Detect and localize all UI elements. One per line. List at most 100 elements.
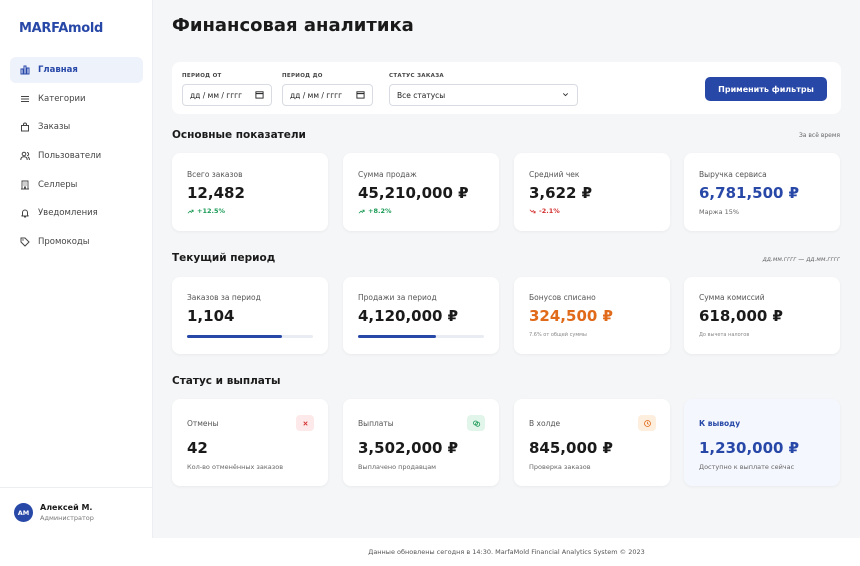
trend-indicator: +8.2% xyxy=(358,207,391,215)
card-label: К выводу xyxy=(699,419,741,428)
card-value: 45,210,000 ₽ xyxy=(358,184,469,202)
card-subtext: Выплачено продавцам xyxy=(358,463,437,471)
card-label: В холде xyxy=(529,419,561,428)
money-icon xyxy=(467,415,485,431)
footer-text: Данные обновлены сегодня в 14:30. MarfaM… xyxy=(368,548,645,556)
kpi-card-average-check: Средний чек 3,622 ₽ -2.1% xyxy=(514,153,670,231)
filter-label: ПЕРИОД ОТ xyxy=(182,73,222,79)
sidebar-item-orders[interactable]: Заказы xyxy=(10,114,143,140)
status-card-hold: В холде 845,000 ₽ Проверка заказов xyxy=(514,399,670,486)
filter-status: СТАТУС ЗАКАЗА Все статусы xyxy=(389,73,578,106)
status-card-cancellations: Отмены 42 Кол-во отменённых заказов xyxy=(172,399,328,486)
sidebar-item-label: Главная xyxy=(38,65,78,75)
sidebar-item-label: Селлеры xyxy=(38,179,78,190)
card-subtext: До вычета налогов xyxy=(699,332,750,338)
card-subtext: 7.6% от общей суммы xyxy=(529,332,587,338)
page-footer: Данные обновлены сегодня в 14:30. MarfaM… xyxy=(153,538,860,566)
card-subtext: Проверка заказов xyxy=(529,463,591,471)
status-select[interactable]: Все статусы xyxy=(389,84,578,106)
trend-down-icon xyxy=(529,208,536,213)
user-profile[interactable]: АМ Алексей М. Администратор xyxy=(14,503,94,522)
sidebar: MARFAmold Главная Категории Заказы Польз… xyxy=(0,0,153,538)
menu-lines-icon xyxy=(20,94,30,104)
progress-bar-fill xyxy=(358,335,437,338)
kpi-card-service-revenue: Выручка сервиса 6,781,500 ₽ Маржа 15% xyxy=(684,153,840,231)
card-subtext: Кол-во отменённых заказов xyxy=(187,463,284,471)
card-value: 4,120,000 ₽ xyxy=(358,307,459,325)
section-note-current-period: дд.мм.гггг — дд.мм.гггг xyxy=(762,256,840,263)
user-role: Администратор xyxy=(40,514,94,522)
trend-up-icon xyxy=(358,209,365,214)
kpi-card-sales-sum: Сумма продаж 45,210,000 ₽ +8.2% xyxy=(343,153,499,231)
sidebar-item-home[interactable]: Главная xyxy=(10,57,143,83)
section-title-current-period: Текущий период xyxy=(172,252,276,264)
card-label: Выручка сервиса xyxy=(699,170,767,179)
card-value: 42 xyxy=(187,439,208,457)
sidebar-nav: Главная Категории Заказы Пользователи Се… xyxy=(10,57,143,258)
section-title-status-payouts: Статус и выплаты xyxy=(172,375,281,387)
chevron-down-icon xyxy=(561,90,570,101)
shopping-bag-icon xyxy=(20,122,30,132)
app-logo[interactable]: MARFAmold xyxy=(19,21,103,36)
bell-icon xyxy=(20,208,30,218)
sidebar-item-sellers[interactable]: Селлеры xyxy=(10,172,143,198)
filter-label: СТАТУС ЗАКАЗА xyxy=(389,73,444,79)
sidebar-item-categories[interactable]: Категории xyxy=(10,86,143,112)
card-label: Сумма комиссий xyxy=(699,293,765,302)
main-content: Финансовая аналитика ПЕРИОД ОТ дд / мм /… xyxy=(153,0,860,538)
sidebar-item-label: Категории xyxy=(38,93,86,104)
filter-date-from: ПЕРИОД ОТ дд / мм / гггг xyxy=(182,73,272,106)
section-title-main-kpi: Основные показатели xyxy=(172,129,306,141)
sidebar-item-notifications[interactable]: Уведомления xyxy=(10,200,143,226)
status-card-withdrawable: К выводу 1,230,000 ₽ Доступно к выплате … xyxy=(684,399,840,486)
trend-value: +12.5% xyxy=(197,207,225,215)
sidebar-item-label: Пользователи xyxy=(38,151,102,162)
date-from-value: дд / мм / гггг xyxy=(190,90,243,100)
kpi-card-total-orders: Всего заказов 12,482 +12.5% xyxy=(172,153,328,231)
status-select-value: Все статусы xyxy=(397,90,446,100)
card-value: 3,502,000 ₽ xyxy=(358,439,459,457)
section-note-main-kpi: За всё время xyxy=(798,132,840,139)
sidebar-item-users[interactable]: Пользователи xyxy=(10,143,143,169)
trend-indicator: +12.5% xyxy=(187,207,225,215)
avatar: АМ xyxy=(14,503,33,522)
calendar-icon[interactable] xyxy=(255,90,264,101)
sidebar-item-promocodes[interactable]: Промокоды xyxy=(10,229,143,255)
bar-chart-icon xyxy=(20,65,30,75)
card-value: 1,104 xyxy=(187,307,235,325)
calendar-icon[interactable] xyxy=(356,90,365,101)
date-to-input[interactable]: дд / мм / гггг xyxy=(282,84,373,106)
status-card-payouts: Выплаты 3,502,000 ₽ Выплачено продавцам xyxy=(343,399,499,486)
building-icon xyxy=(20,180,30,190)
apply-filters-button[interactable]: Применить фильтры xyxy=(705,77,827,101)
card-label: Средний чек xyxy=(529,170,580,179)
date-to-value: дд / мм / гггг xyxy=(290,90,343,100)
card-label: Выплаты xyxy=(358,419,394,428)
card-value: 6,781,500 ₽ xyxy=(699,184,800,202)
sidebar-divider xyxy=(0,487,153,488)
card-subtext: Доступно к выплате сейчас xyxy=(699,463,795,471)
filter-label: ПЕРИОД ДО xyxy=(282,73,323,79)
card-label: Отмены xyxy=(187,419,219,428)
progress-bar-fill xyxy=(187,335,282,338)
sidebar-item-label: Промокоды xyxy=(38,237,90,248)
trend-value: +8.2% xyxy=(368,207,392,215)
card-label: Заказов за период xyxy=(187,293,261,302)
period-card-orders: Заказов за период 1,104 xyxy=(172,277,328,354)
card-value: 1,230,000 ₽ xyxy=(699,439,800,457)
trend-value: -2.1% xyxy=(539,207,560,215)
trend-indicator: -2.1% xyxy=(529,207,560,215)
card-value: 324,500 ₽ xyxy=(529,307,613,325)
trend-up-icon xyxy=(187,209,194,214)
card-value: 845,000 ₽ xyxy=(529,439,613,457)
card-label: Сумма продаж xyxy=(358,170,417,179)
card-label: Бонусов списано xyxy=(529,293,596,302)
progress-bar xyxy=(187,335,313,338)
page-title: Финансовая аналитика xyxy=(172,15,414,36)
card-value: 3,622 ₽ xyxy=(529,184,593,202)
card-value: 12,482 xyxy=(187,184,245,202)
filter-date-to: ПЕРИОД ДО дд / мм / гггг xyxy=(282,73,373,106)
close-icon xyxy=(296,415,314,431)
sidebar-item-label: Заказы xyxy=(38,122,71,133)
date-from-input[interactable]: дд / мм / гггг xyxy=(182,84,272,106)
